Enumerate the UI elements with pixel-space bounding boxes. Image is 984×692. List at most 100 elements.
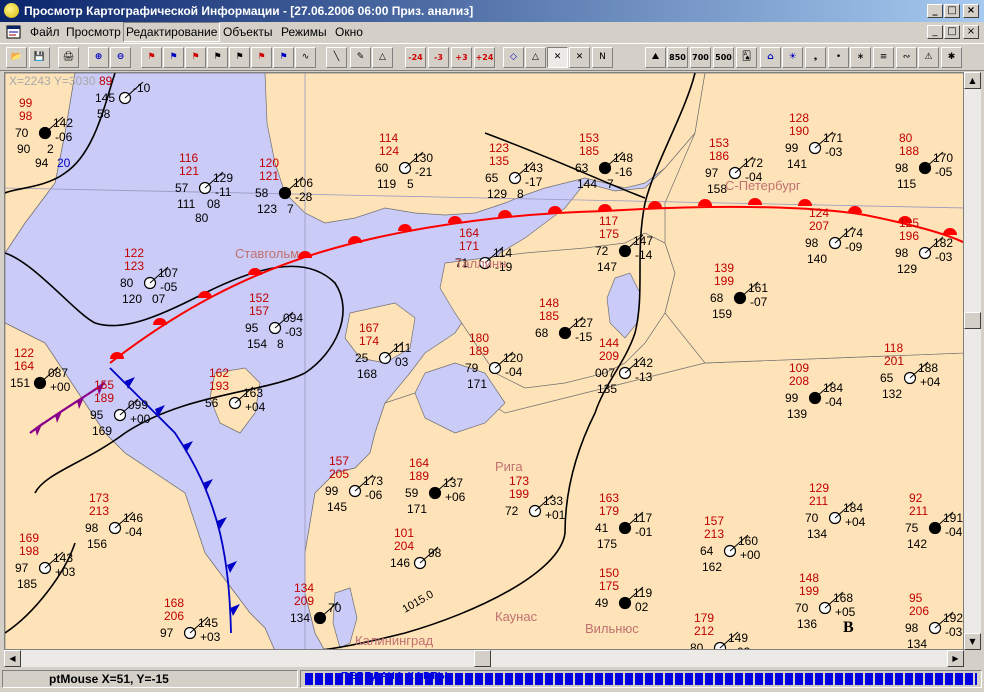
station-temp: 70 [805,511,819,525]
city-label: Каунас [495,609,538,624]
cross-button[interactable]: ✕ [547,47,568,68]
landscape-button[interactable]: ⛰ [645,47,666,68]
equals-button[interactable]: ≡ [873,47,894,68]
station-marker[interactable] [713,641,727,651]
flag-blue-button[interactable]: ⚑ [163,47,184,68]
progress-label: ПЕРЕДАЧА КАРТЫ [341,671,449,682]
station-pressure: 106 [293,176,313,190]
time-plus-24-button[interactable]: +24 [474,47,495,68]
time-minus-24-button[interactable]: -24 [405,47,426,68]
comma-button[interactable]: ❟ [805,47,826,68]
menu-window[interactable]: Окно [333,22,365,42]
station-b1: 171 [407,502,427,516]
close-button[interactable]: × [963,4,979,18]
flag-purple-2-button[interactable]: ⚑ [229,47,250,68]
station-temp: 145 [95,91,115,105]
app-icon [4,3,19,18]
level-500-button[interactable]: 500 [713,47,734,68]
station-p1: 122 [14,346,34,360]
station-p2: 209 [599,349,619,363]
station-tendency: +00 [740,548,761,562]
zoom-in-button[interactable]: ⊕ [88,47,109,68]
station-p2: 212 [694,624,714,638]
time-plus-3-button[interactable]: +3 [451,47,472,68]
time-minus-3-button[interactable]: -3 [428,47,449,68]
station-tendency: -05 [935,165,953,179]
vertical-scrollbar[interactable]: ▲ ▼ [964,72,981,650]
synoptic-map[interactable]: 9998142-0670902942012889-101455811612112… [4,72,964,650]
station-temp: 60 [375,161,389,175]
horizontal-scroll-thumb[interactable] [474,650,491,667]
station-tendency: -09 [845,240,863,254]
mdi-restore-button[interactable]: □ [944,25,960,39]
station-v2: 20 [57,156,71,170]
menu-objects[interactable]: Объекты [221,22,275,42]
station-temp: 98 [895,246,909,260]
station-p2: 188 [899,144,919,158]
scroll-left-button[interactable]: ◀ [4,650,21,667]
vertical-scroll-thumb[interactable] [964,312,981,329]
station-tendency: -15 [575,330,593,344]
print-button[interactable]: 🖨 [58,47,79,68]
shape-button[interactable]: △ [525,47,546,68]
asterisk-button[interactable]: ∗ [850,47,871,68]
station-temp: 64 [700,544,714,558]
save-button[interactable]: 💾 [29,47,50,68]
menu-modes[interactable]: Режимы [279,22,329,42]
scroll-right-button[interactable]: ▶ [947,650,964,667]
station-temp: 57 [175,181,189,195]
station-tendency: -13 [635,370,653,384]
map-canvas[interactable]: 9998142-0670902942012889-101455811612112… [5,73,964,650]
flag-red-3-button[interactable]: ⚑ [251,47,272,68]
station-tendency: +04 [920,375,941,389]
flag-blue-2-button[interactable]: ⚑ [273,47,294,68]
minimize-button[interactable]: _ [927,4,943,18]
flag-red-1-button[interactable]: ⚑ [141,47,162,68]
station-p1: 179 [694,611,714,625]
arrows-button[interactable]: ◇ [503,47,524,68]
north-button[interactable]: N [592,47,613,68]
coords-readout: X=2243 Y=3030 [9,74,96,88]
open-button[interactable]: 📂 [6,47,27,68]
wave-button[interactable]: ∾ [896,47,917,68]
mdi-minimize-button[interactable]: _ [927,25,943,39]
station-p1: 148 [799,571,819,585]
edit-button[interactable]: ✎ [350,47,371,68]
transfer-progress: ПЕРЕДАЧА КАРТЫ [305,671,977,685]
line-tool-button[interactable]: ╲ [326,47,347,68]
snow-button[interactable]: ✱ [941,47,962,68]
horizontal-scrollbar[interactable]: ◀ ▶ [4,650,964,667]
station-p2: 190 [789,124,809,138]
station-b1: 58 [97,107,111,121]
level-700-button[interactable]: 700 [690,47,711,68]
station-tendency: -21 [415,165,433,179]
station-tendency: +00 [130,412,151,426]
scroll-down-button[interactable]: ▼ [964,633,981,650]
mdi-close-button[interactable]: × [963,25,979,39]
curve-button[interactable]: ∿ [295,47,316,68]
station-temp: 151 [10,376,30,390]
station-pressure: 70 [328,601,342,615]
dot-button[interactable]: • [828,47,849,68]
menu-file[interactable]: Файл [28,22,62,42]
menu-view[interactable]: Просмотр [64,22,123,42]
city-label: Ставгольм [235,246,299,261]
triangle-button[interactable]: △ [372,47,393,68]
cards-button[interactable]: 🂡 [736,47,757,68]
maximize-button[interactable]: □ [944,4,960,18]
scroll-up-button[interactable]: ▲ [964,72,981,89]
flag-purple-button[interactable]: ⚑ [207,47,228,68]
weather-sun-button[interactable]: ☀ [782,47,803,68]
document-icon[interactable] [6,25,21,39]
flag-red-2-button[interactable]: ⚑ [185,47,206,68]
point-button[interactable]: ✕ [569,47,590,68]
menu-edit[interactable]: Редактирование [123,22,221,42]
warning-button[interactable]: ⚠ [918,47,939,68]
station-pressure: 129 [213,171,233,185]
level-850-button[interactable]: 850 [667,47,688,68]
station-temp: 72 [595,244,609,258]
zoom-out-button[interactable]: ⊖ [110,47,131,68]
station-p1: 117 [599,214,618,228]
title-bar: Просмотр Картографической Информации - [… [0,0,984,22]
house-button[interactable]: ⌂ [760,47,781,68]
